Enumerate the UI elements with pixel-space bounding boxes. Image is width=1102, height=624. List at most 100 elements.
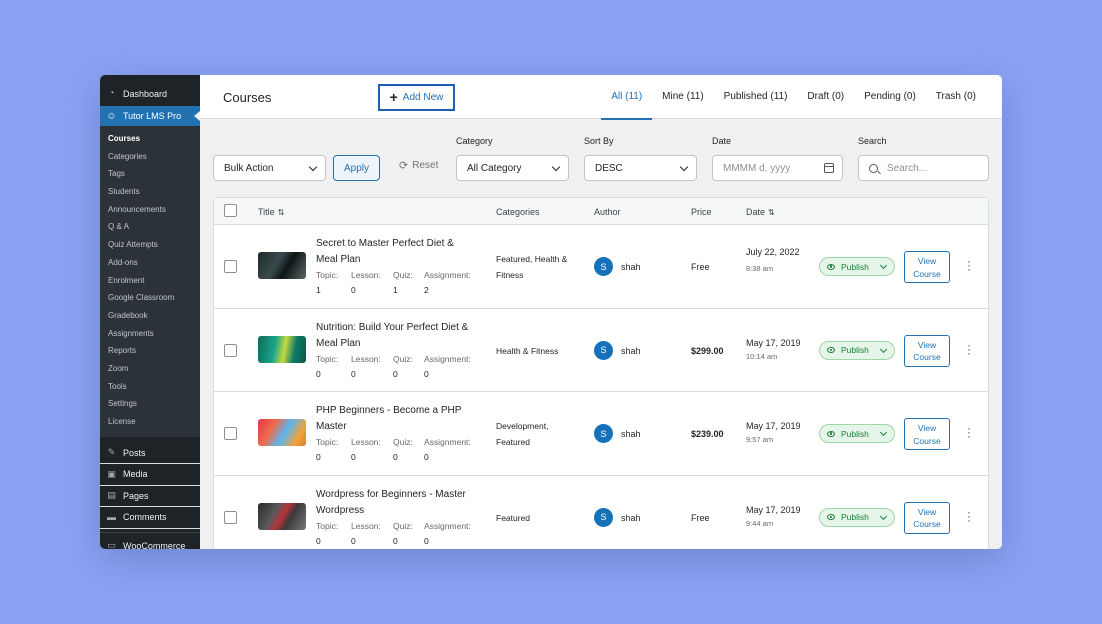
row-checkbox[interactable] [224, 260, 237, 273]
view-course-label: Course [913, 268, 941, 279]
submenu-item[interactable]: Zoom [100, 360, 200, 378]
author-name: shah [621, 345, 641, 356]
tab-draft[interactable]: Draft (0) [797, 75, 854, 119]
date-input[interactable]: MMMM d, yyyy [712, 155, 843, 181]
plus-icon: + [389, 88, 398, 105]
lesson-count: 0 [351, 368, 356, 379]
assignment-label: Assignment: [424, 437, 471, 447]
reset-button[interactable]: ⟳ Reset [399, 159, 438, 172]
sidebar-item-label: Comments [123, 512, 167, 523]
topic-count: 0 [316, 452, 321, 462]
submenu-item[interactable]: Announcements [100, 201, 200, 219]
tab-trash[interactable]: Trash (0) [926, 75, 986, 119]
tutor-submenu: Courses Categories Tags Students Announc… [100, 126, 200, 437]
bulk-action-value: Bulk Action [224, 162, 274, 174]
status-dropdown[interactable]: Publish [819, 257, 895, 276]
submenu-item[interactable]: Tags [100, 165, 200, 183]
submenu-item[interactable]: Quiz Attempts [100, 236, 200, 254]
assignment-count: 0 [424, 368, 429, 379]
column-title-label: Title [258, 207, 275, 217]
submenu-item[interactable]: Settings [100, 395, 200, 413]
assignment-count: 2 [424, 285, 429, 295]
submenu-item[interactable]: Enrolment [100, 272, 200, 290]
course-thumbnail[interactable] [258, 335, 306, 363]
status-dropdown[interactable]: Publish [819, 424, 895, 443]
tab-mine[interactable]: Mine (11) [652, 75, 714, 119]
tab-pending[interactable]: Pending (0) [854, 75, 926, 119]
view-course-button[interactable]: View Course [904, 501, 950, 534]
select-all-checkbox[interactable] [224, 204, 237, 217]
submenu-item[interactable]: Gradebook [100, 307, 200, 325]
column-date[interactable]: Date ⇅ [746, 207, 775, 217]
course-thumbnail[interactable] [258, 502, 306, 530]
submenu-item[interactable]: Categories [100, 148, 200, 166]
apply-button[interactable]: Apply [333, 155, 380, 181]
sort-select[interactable]: DESC [584, 155, 697, 181]
course-thumbnail[interactable] [258, 419, 306, 446]
add-new-button[interactable]: + Add New [378, 84, 455, 111]
status-dropdown[interactable]: Publish [819, 507, 895, 527]
course-meta: Topic: 1 Lesson: 0 Quiz: 1 Assignment: 2 [316, 270, 471, 295]
submenu-item[interactable]: Students [100, 183, 200, 201]
date-value: May 17, 2019 [746, 421, 801, 431]
bulk-action-select[interactable]: Bulk Action [213, 155, 326, 181]
row-checkbox[interactable] [224, 427, 237, 440]
eye-icon [827, 347, 835, 353]
tab-published[interactable]: Published (11) [714, 75, 798, 119]
submenu-item[interactable]: License [100, 413, 200, 431]
sidebar-item-tutor-lms[interactable]: ☺ Tutor LMS Pro [100, 106, 200, 126]
sidebar-item-pages[interactable]: ▤ Pages [100, 486, 200, 508]
status-dropdown[interactable]: Publish [819, 340, 895, 360]
course-title[interactable]: PHP Beginners - Become a PHP Master [316, 403, 476, 435]
sidebar-item-dashboard[interactable]: ◔ Dashboard [100, 84, 200, 103]
tab-all[interactable]: All (11) [601, 75, 653, 120]
status-label: Publish [841, 261, 869, 272]
more-options-icon[interactable]: · · · [966, 506, 972, 526]
column-categories: Categories [496, 207, 540, 217]
submenu-item[interactable]: Assignments [100, 325, 200, 343]
pages-icon: ▤ [107, 490, 116, 501]
course-title[interactable]: Secret to Master Perfect Diet & Meal Pla… [316, 236, 476, 268]
sidebar-item-comments[interactable]: ▬ Comments [100, 507, 200, 529]
sort-value: DESC [595, 162, 623, 174]
reset-label: Reset [412, 160, 439, 171]
course-price: Free [691, 262, 710, 272]
column-title[interactable]: Title ⇅ [258, 207, 284, 217]
submenu-item[interactable]: Reports [100, 342, 200, 360]
lesson-count: 0 [351, 452, 356, 462]
submenu-item[interactable]: Add-ons [100, 254, 200, 272]
submenu-item[interactable]: Q & A [100, 218, 200, 236]
column-date-label: Date [746, 207, 766, 217]
sidebar-item-media[interactable]: ▣ Media [100, 464, 200, 486]
course-title[interactable]: Wordpress for Beginners - Master Wordpre… [316, 487, 476, 519]
search-icon [869, 163, 878, 173]
category-select[interactable]: All Category [456, 155, 569, 181]
dashboard-icon: ◔ [108, 88, 115, 99]
row-checkbox[interactable] [224, 510, 237, 524]
assignment-label: Assignment: [424, 270, 471, 280]
more-options-icon[interactable]: · · · [966, 422, 972, 442]
more-options-icon[interactable]: · · · [966, 339, 972, 359]
sidebar-item-label: Media [123, 469, 148, 480]
eye-icon [827, 514, 835, 520]
submenu-item[interactable]: Tools [100, 378, 200, 396]
quiz-label: Quiz: [393, 520, 413, 531]
quiz-label: Quiz: [393, 437, 413, 447]
pin-icon: ✎ [107, 447, 116, 458]
time-value: 9:44 am [746, 518, 774, 528]
submenu-item[interactable]: Google Classroom [100, 289, 200, 307]
course-title[interactable]: Nutrition: Build Your Perfect Diet & Mea… [316, 320, 476, 352]
view-course-button[interactable]: View Course [904, 334, 950, 367]
course-date: May 17, 2019 9:44 am [746, 504, 801, 530]
search-input[interactable]: Search... [858, 155, 989, 181]
sidebar-item-posts[interactable]: ✎ Posts [100, 443, 200, 465]
sidebar-item-woocommerce[interactable]: ▭ WooCommerce [100, 536, 200, 549]
course-thumbnail[interactable] [258, 252, 306, 279]
more-options-icon[interactable]: · · · [966, 255, 972, 275]
row-checkbox[interactable] [224, 343, 237, 357]
submenu-item[interactable]: Courses [100, 130, 200, 148]
view-course-button[interactable]: View Course [904, 418, 950, 450]
chevron-down-icon [308, 162, 318, 172]
view-course-button[interactable]: View Course [904, 251, 950, 283]
view-course-label: View [917, 506, 937, 517]
